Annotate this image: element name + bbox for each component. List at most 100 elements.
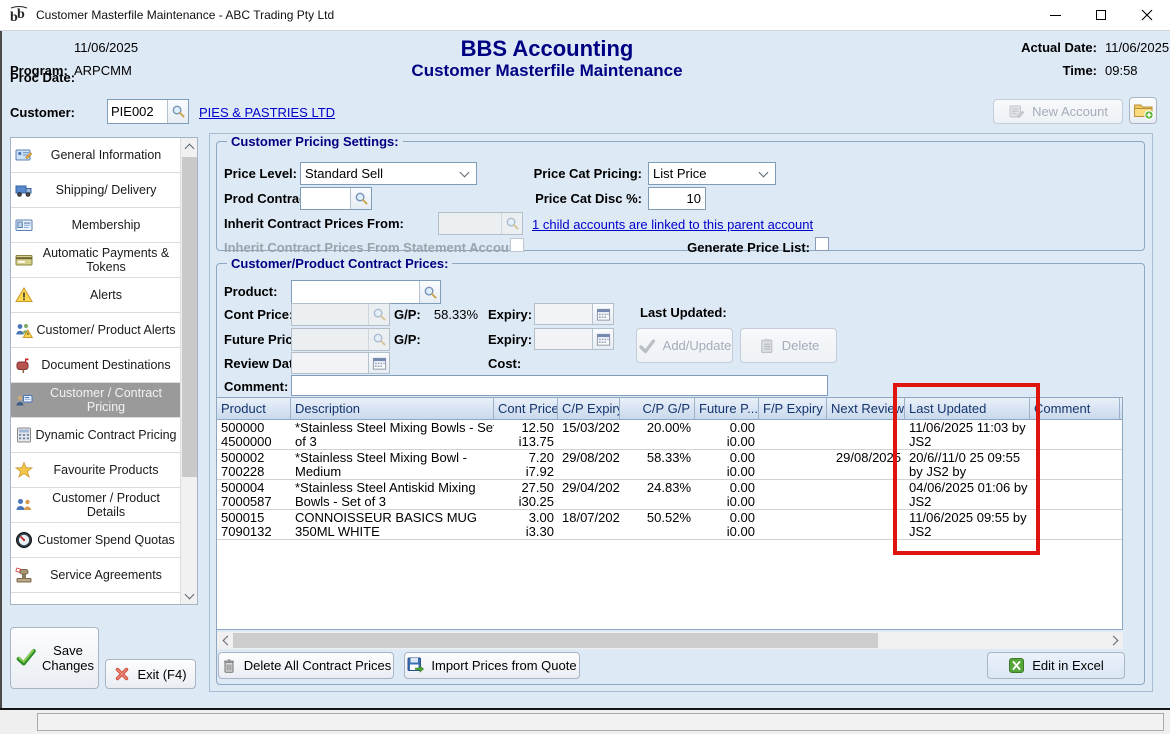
table-hscrollbar[interactable]: [217, 632, 1123, 649]
future-price-search-icon[interactable]: [368, 329, 389, 350]
time-label: Time:: [1015, 63, 1097, 78]
future-price-input[interactable]: [292, 329, 368, 350]
price-level-select[interactable]: Standard Sell: [300, 162, 477, 185]
customer-code-input[interactable]: [108, 100, 167, 123]
cell-c-p-expiry: 15/03/2024: [558, 420, 620, 449]
cell-description: *Stainless Steel Antiskid MixingBowls - …: [291, 480, 494, 509]
open-account-folder-button[interactable]: [1129, 97, 1157, 124]
maximize-button[interactable]: [1078, 0, 1124, 31]
column-header-c-p-expiry[interactable]: C/P Expiry: [558, 398, 620, 419]
prod-contract-search-icon[interactable]: [350, 188, 371, 209]
sidebar-item-alerts[interactable]: Alerts: [11, 278, 180, 313]
column-header-next-review[interactable]: Next Review: [827, 398, 905, 419]
table-row[interactable]: 5000157090132CONNOISSEUR BASICS MUG350ML…: [217, 510, 1122, 540]
sidebar-item-automatic-payments-tokens[interactable]: Automatic Payments & Tokens: [11, 243, 180, 278]
product-search-icon[interactable]: [419, 281, 440, 303]
sidebar-item-shipping-delivery[interactable]: Shipping/ Delivery: [11, 173, 180, 208]
add-update-button[interactable]: Add/Update: [636, 328, 733, 363]
sidebar-item-customer-product-details[interactable]: Customer / Product Details: [11, 488, 180, 523]
expiry2-input[interactable]: [535, 329, 592, 349]
customer-code-lookup[interactable]: [107, 99, 189, 124]
inherit-from-lookup[interactable]: [438, 212, 523, 235]
sidebar-item-general-information[interactable]: General Information: [11, 138, 180, 173]
child-accounts-link[interactable]: 1 child accounts are linked to this pare…: [532, 217, 813, 232]
new-account-button[interactable]: New Account: [993, 99, 1123, 124]
sidebar-scroll-thumb[interactable]: [182, 157, 197, 477]
hscroll-left-icon[interactable]: [217, 632, 234, 649]
customer-name-link[interactable]: PIES & PASTRIES LTD: [199, 105, 335, 120]
sidebar-item-customer-contract-pricing[interactable]: Customer / Contract Pricing: [11, 383, 180, 418]
close-button[interactable]: [1124, 0, 1170, 31]
exit-button[interactable]: Exit (F4): [105, 659, 196, 689]
table-row[interactable]: 5000047000587*Stainless Steel Antiskid M…: [217, 480, 1122, 510]
sidebar-scroll-up-icon[interactable]: [181, 138, 198, 155]
column-header-product[interactable]: Product: [217, 398, 291, 419]
import-prices-from-quote-button[interactable]: Import Prices from Quote: [404, 652, 580, 679]
table-row[interactable]: 5000004500000*Stainless Steel Mixing Bow…: [217, 420, 1122, 450]
sidebar-item-dynamic-contract-pricing[interactable]: Dynamic Contract Pricing: [11, 418, 180, 453]
expiry2-calendar-icon[interactable]: [592, 329, 613, 349]
comment-input[interactable]: [291, 375, 828, 396]
sidebar-item-customer-product-alerts[interactable]: Customer/ Product Alerts: [11, 313, 180, 348]
sidebar-scroll-down-icon[interactable]: [181, 587, 198, 604]
sidebar-item-membership[interactable]: Membership: [11, 208, 180, 243]
save-changes-button[interactable]: Save Changes: [10, 627, 99, 689]
sidebar-scrollbar[interactable]: [180, 138, 197, 604]
product-label: Product:: [224, 284, 277, 299]
cell-next-review: 29/08/2025: [827, 450, 905, 479]
inherit-from-search-icon[interactable]: [501, 213, 522, 234]
column-header-last-updated[interactable]: Last Updated: [905, 398, 1030, 419]
price-cat-pricing-select[interactable]: List Price: [648, 162, 776, 185]
column-header-cont-price[interactable]: Cont Price: [494, 398, 558, 419]
column-header-f-p-expiry[interactable]: F/P Expiry: [759, 398, 827, 419]
cell-last-updated: 11/06/2025 09:55 byJS2: [905, 510, 1030, 539]
sidebar-item-label: Dynamic Contract Pricing: [35, 428, 176, 442]
expiry1-calendar-icon[interactable]: [592, 304, 613, 324]
table-row[interactable]: 500002700228*Stainless Steel Mixing Bowl…: [217, 450, 1122, 480]
price-cat-disc-input[interactable]: [648, 187, 706, 210]
expiry2-datebox[interactable]: [534, 328, 614, 350]
sidebar-item-favourite-products[interactable]: Favourite Products: [11, 453, 180, 488]
prod-contract-lookup[interactable]: [300, 187, 372, 210]
column-header-future-p[interactable]: Future P...: [695, 398, 759, 419]
customer-search-icon[interactable]: [167, 100, 188, 123]
product-input[interactable]: [292, 281, 419, 303]
cell-cont-price: 27.50i30.25: [494, 480, 558, 509]
inherit-statement-checkbox[interactable]: [510, 238, 524, 252]
trash-icon: [221, 658, 237, 674]
review-date-input[interactable]: [292, 353, 368, 373]
cell-product: 5000004500000: [217, 420, 291, 449]
cell-description: CONNOISSEUR BASICS MUG350ML WHITE: [291, 510, 494, 539]
cell-product: 5000047000587: [217, 480, 291, 509]
sidebar-item-document-destinations[interactable]: Document Destinations: [11, 348, 180, 383]
column-header-description[interactable]: Description: [291, 398, 494, 419]
minimize-button[interactable]: [1032, 0, 1078, 31]
prod-contract-input[interactable]: [301, 188, 350, 209]
cell-product: 500002700228: [217, 450, 291, 479]
column-header-comment[interactable]: Comment: [1030, 398, 1120, 419]
sidebar-item-customer-spend-quotas[interactable]: Customer Spend Quotas: [11, 523, 180, 558]
future-price-lookup[interactable]: [291, 328, 390, 351]
sidebar-item-label: Membership: [72, 218, 141, 232]
actual-date-value: 11/06/2025: [1105, 40, 1169, 55]
generate-price-list-checkbox[interactable]: [815, 237, 829, 251]
expiry1-datebox[interactable]: [534, 303, 614, 325]
cont-price-search-icon[interactable]: [368, 304, 389, 325]
hscroll-thumb[interactable]: [233, 633, 878, 648]
sidebar-item-service-agreements[interactable]: Service Agreements: [11, 558, 180, 593]
review-date-calendar-icon[interactable]: [368, 353, 389, 373]
edit-in-excel-button[interactable]: Edit in Excel: [987, 652, 1125, 679]
delete-button[interactable]: Delete: [740, 328, 837, 363]
inherit-from-input[interactable]: [439, 213, 501, 234]
hscroll-right-icon[interactable]: [1106, 632, 1123, 649]
cell-cont-price: 3.00i3.30: [494, 510, 558, 539]
column-header-c-p-g-p[interactable]: C/P G/P: [620, 398, 695, 419]
product-lookup[interactable]: [291, 280, 441, 304]
cont-price-label: Cont Price:: [224, 307, 293, 322]
expiry1-input[interactable]: [535, 304, 592, 324]
cont-price-lookup[interactable]: [291, 303, 390, 326]
review-date-datebox[interactable]: [291, 352, 390, 374]
add-update-check-icon: [638, 337, 656, 355]
delete-all-contract-prices-button[interactable]: Delete All Contract Prices: [218, 652, 394, 679]
cont-price-input[interactable]: [292, 304, 368, 325]
